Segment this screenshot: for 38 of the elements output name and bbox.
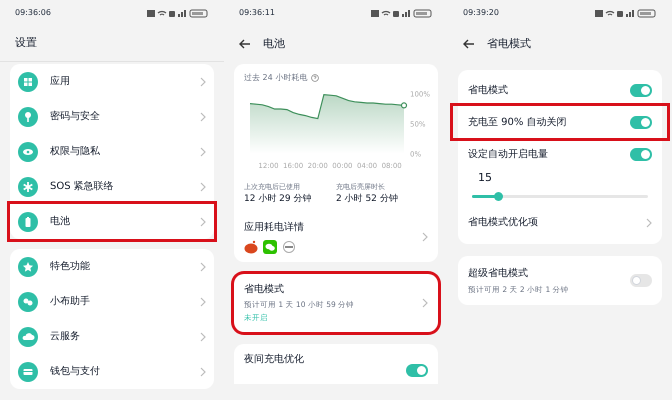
settings-item[interactable]: 省电模式优化项 [458,206,662,240]
item-label: 电池 [50,214,71,229]
item-label: 云服务 [50,330,81,344]
status-time: 09:36:06 [15,7,51,19]
app-usage-row[interactable]: 应用耗电详情 [244,220,428,254]
status-time: 09:36:11 [239,7,275,19]
item-label: 特色功能 [50,260,91,274]
item-label: 小布助手 [50,294,91,309]
stat-value: 2 小时 52 分钟 [336,192,399,206]
settings-item[interactable]: SOS 紧急联络 [10,169,214,204]
power-saving-title: 省电模式 [244,282,285,297]
stat-value: 12 小时 29 分钟 [244,192,312,206]
super-saving-title: 超级省电模式 [468,266,529,280]
status-time: 09:39:20 [463,7,499,19]
app-usage-title: 应用耗电详情 [244,220,305,235]
item-label: 钱包与支付 [50,364,101,379]
settings-item[interactable]: 钱包与支付 [10,354,214,389]
setting-label: 设定自动开启电量 [468,148,549,162]
settings-item[interactable]: 小布助手 [10,284,214,319]
setting-label: 省电模式 [468,84,509,98]
item-label: 省电模式优化项 [468,216,539,230]
settings-item[interactable]: 密码与安全 [10,99,214,134]
night-charging-title: 夜间充电优化 [244,352,305,366]
settings-item[interactable]: 电池 [10,204,214,239]
settings-item[interactable]: 云服务 [10,319,214,354]
settings-item[interactable]: 应用 [10,64,214,99]
settings-item[interactable]: 特色功能 [10,249,214,284]
item-label: 权限与隐私 [50,144,101,159]
item-label: 密码与安全 [50,110,101,124]
item-label: SOS 紧急联络 [50,180,115,194]
setting-label: 充电至 90% 自动关闭 [468,116,568,130]
item-label: 应用 [50,74,71,89]
usage-title: 过去 24 小时耗电 [244,72,308,84]
slider-value: 15 [477,170,493,186]
page-title: 省电模式 [487,36,531,52]
page-title: 电池 [263,36,285,52]
page-title: 设置 [15,35,37,52]
settings-item[interactable]: 权限与隐私 [10,134,214,169]
